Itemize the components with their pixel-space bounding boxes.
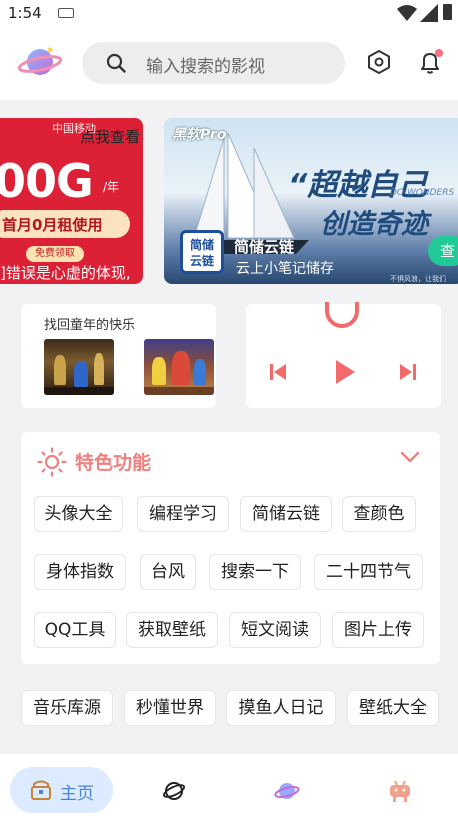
banner-check-button[interactable]: 查 [428,236,458,266]
search-icon [106,53,126,73]
album-disc-icon [325,302,359,328]
feature-qq-tools[interactable]: QQ工具 [34,612,116,648]
banner-headline: 00G [0,154,94,208]
nav-explore-planet-icon[interactable] [162,779,186,803]
nav-profile-mascot-icon[interactable] [387,779,413,803]
nav-home-tab[interactable]: 主页 [10,767,113,813]
ribbon-text: 首月0月租使用 [2,216,103,234]
games-card-title: 找回童年的快乐 [44,318,136,333]
free-claim-button[interactable]: 免费领取 [26,246,84,262]
app-icon-text: 简储云链 [189,238,214,268]
planet-logo-icon[interactable] [18,42,62,82]
retro-games-card[interactable]: 找回童年的快乐 [21,304,216,408]
feature-jianchu-cloud[interactable]: 简储云链 [240,496,332,532]
banner-unit: /年 [103,180,120,194]
brand-label: 黑软Pro [172,127,227,143]
banner-heiruan-pro[interactable]: 黑软Pro “超越自己 DO WONDERS 创造奇迹 简储云链 简储云链 云上… [164,118,458,284]
next-track-icon[interactable] [398,362,418,382]
jianchu-app-icon: 简储云链 [180,230,224,274]
banner-link[interactable]: 点我查看 [80,126,140,147]
banner-ribbon: 首月0月租使用 [0,210,130,238]
feature-programming[interactable]: 编程学习 [137,496,229,532]
keyboard-icon [58,8,74,18]
banner-china-mobile[interactable]: 中国移动 点我查看 00G /年 首月0月租使用 免费领取 ]错误是心虚的体现, [0,118,143,284]
music-player-card [246,302,441,408]
game-thumbnail[interactable] [144,339,214,395]
search-placeholder: 输入搜索的影视 [146,57,265,77]
notification-badge [435,49,443,57]
bottom-navigation: 主页 [0,754,458,820]
feature-get-wallpaper[interactable]: 获取壁纸 [126,612,218,648]
feature-avatar-collection[interactable]: 头像大全 [34,496,123,532]
wifi-icon [397,5,417,21]
nav-discover-planet-icon[interactable] [274,779,300,803]
quick-link-wallpaper-collection[interactable]: 壁纸大全 [347,690,439,726]
status-bar: 1:54 [0,0,458,28]
banner-app-tagline: 云上小笔记储存 [236,261,334,277]
sun-icon [37,447,67,477]
slogan-sub: DO WONDERS [390,188,455,198]
search-bar[interactable]: 输入搜索的影视 [82,42,345,84]
banner-note: ]错误是心虚的体现, [0,264,131,282]
app-header: 输入搜索的影视 [0,28,458,100]
previous-track-icon[interactable] [268,362,288,382]
signal-icon [420,4,438,22]
features-title: 特色功能 [75,452,152,474]
feature-body-index[interactable]: 身体指数 [34,554,126,590]
notification-button[interactable] [417,49,443,75]
home-chest-icon [31,780,51,800]
features-card: 特色功能 头像大全 编程学习 简储云链 查颜色 身体指数 台风 搜索一下 二十四… [21,432,440,664]
quick-link-explainer-world[interactable]: 秒懂世界 [124,690,216,726]
chevron-down-icon[interactable] [400,450,420,464]
feature-search[interactable]: 搜索一下 [209,554,301,590]
feature-short-reading[interactable]: 短文阅读 [229,612,321,648]
feature-image-upload[interactable]: 图片上传 [332,612,424,648]
quick-link-music-source[interactable]: 音乐库源 [21,690,113,726]
feature-typhoon[interactable]: 台风 [140,554,196,590]
slogan-bottom: 创造奇迹 [320,209,428,240]
status-time: 1:54 [8,4,42,22]
feature-color-lookup[interactable]: 查颜色 [342,496,416,532]
banner-fine-print: 不惧风浪，让我们 [390,275,446,283]
quick-link-slacker-diary[interactable]: 摸鱼人日记 [226,690,336,726]
battery-icon [443,4,452,20]
settings-hexagon-icon[interactable] [366,49,392,75]
feature-solar-terms[interactable]: 二十四节气 [314,554,423,590]
nav-home-label: 主页 [60,784,94,804]
banner-app-name: 简储云链 [234,238,295,256]
play-icon[interactable] [334,359,356,385]
game-thumbnail[interactable] [44,339,114,395]
banner-carousel[interactable]: 中国移动 点我查看 00G /年 首月0月租使用 免费领取 ]错误是心虚的体现,… [0,118,458,286]
